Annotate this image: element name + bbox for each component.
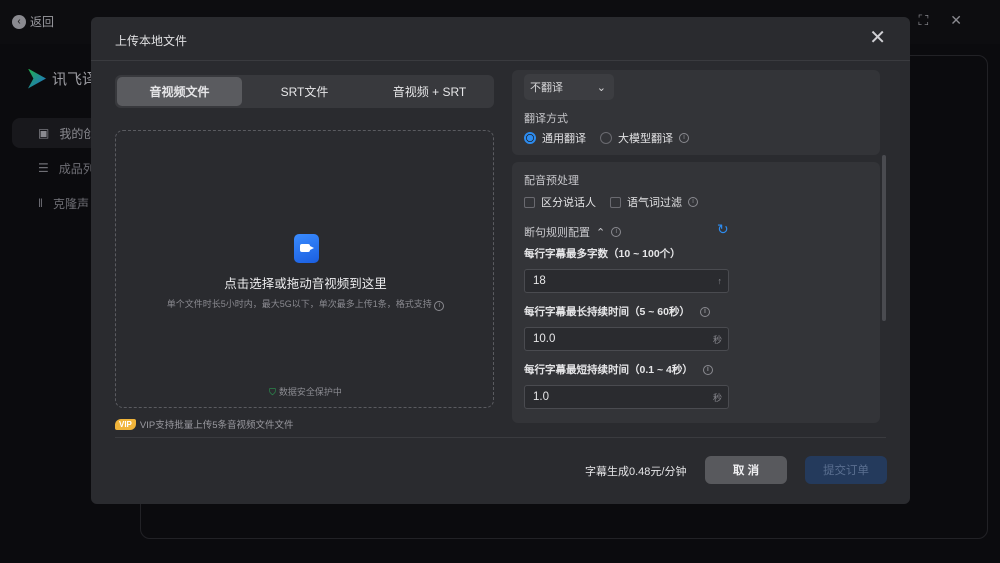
- file-dropzone[interactable]: 点击选择或拖动音视频到这里 单个文件时长5小时内，最大5G以下，单次最多上传1条…: [115, 130, 494, 408]
- info-icon[interactable]: i: [611, 227, 622, 237]
- tab-av-file[interactable]: 音视频文件: [117, 77, 242, 106]
- close-icon[interactable]: ✕: [869, 25, 886, 50]
- chevron-down-icon: ⌄: [596, 81, 606, 94]
- field-label: 每行字幕最多字数（10 ~ 100个）: [524, 248, 681, 260]
- vip-badge: VIP: [115, 418, 136, 430]
- app-logo: 讯飞译: [28, 68, 97, 89]
- fullscreen-icon[interactable]: ⛶: [918, 12, 928, 29]
- field-label: 每行字幕最长持续时间（5 ~ 60秒） i: [524, 304, 710, 319]
- price-text: 字幕生成0.48元/分钟: [585, 466, 687, 478]
- info-icon[interactable]: i: [702, 364, 713, 375]
- checkbox-speaker-diarization[interactable]: [524, 196, 535, 208]
- arrow-up-icon[interactable]: ↑: [718, 276, 723, 286]
- chevron-left-icon: ‹: [12, 14, 26, 29]
- min-duration-input[interactable]: 1.0 秒: [524, 385, 729, 409]
- list-icon: ☰: [38, 161, 49, 175]
- dropzone-title: 点击选择或拖动音视频到这里: [224, 277, 387, 291]
- info-icon[interactable]: i: [679, 133, 689, 143]
- waveform-icon: ‖: [38, 196, 43, 210]
- scrollbar[interactable]: [882, 155, 886, 321]
- translate-language-select[interactable]: 不翻译 ⌄: [524, 74, 614, 100]
- folder-icon: ▣: [38, 126, 50, 140]
- info-icon[interactable]: i: [434, 301, 445, 311]
- logo-icon: [28, 68, 46, 89]
- field-label: 每行字幕最短持续时间（0.1 ~ 4秒） i: [524, 362, 713, 377]
- chevron-up-icon: ⌃: [596, 226, 606, 239]
- rules-toggle[interactable]: 断句规则配置 ⌃ i: [524, 224, 622, 240]
- radio-general-translate[interactable]: [524, 132, 536, 144]
- translate-card: 不翻译 ⌄ 翻译方式 通用翻译 大模型翻译 i: [512, 70, 880, 155]
- dialog-title: 上传本地文件: [115, 34, 188, 48]
- tab-srt-file[interactable]: SRT文件: [242, 77, 367, 106]
- divider: [91, 60, 910, 61]
- tab-av-srt[interactable]: 音视频 + SRT: [367, 77, 492, 106]
- window-close-icon[interactable]: ✕: [950, 12, 962, 29]
- info-icon[interactable]: i: [688, 197, 698, 207]
- security-note: ⛉ 数据安全保护中: [269, 387, 342, 397]
- info-icon[interactable]: i: [700, 306, 710, 317]
- max-chars-input[interactable]: 18 ↑: [524, 269, 729, 293]
- vip-note: VIP VIP支持批量上传5条音视频文件文件: [115, 417, 294, 431]
- reset-icon[interactable]: ↻: [717, 221, 729, 238]
- max-duration-input[interactable]: 10.0 秒: [524, 327, 729, 351]
- window-controls: ⛶ ✕: [918, 12, 962, 29]
- upload-type-tabs: 音视频文件 SRT文件 音视频 + SRT: [115, 75, 494, 108]
- radio-llm-translate[interactable]: [600, 132, 612, 144]
- divider: [115, 437, 886, 438]
- checkbox-filler-filter[interactable]: [610, 196, 621, 208]
- dropzone-hint: 单个文件时长5小时内，最大5G以下，单次最多上传1条，格式支持 i: [116, 297, 495, 311]
- shield-icon: ⛉: [269, 387, 276, 397]
- preprocess-label: 配音预处理: [524, 175, 579, 187]
- upload-dialog: 上传本地文件 ✕ 音视频文件 SRT文件 音视频 + SRT 点击选择或拖动音视…: [91, 17, 910, 504]
- cancel-button[interactable]: 取 消: [705, 456, 787, 484]
- translate-method-label: 翻译方式: [524, 113, 568, 125]
- back-button[interactable]: ‹ 返回: [12, 13, 54, 30]
- video-file-icon: [294, 234, 319, 263]
- submit-order-button[interactable]: 提交订单: [805, 456, 887, 484]
- preprocess-card: 配音预处理 区分说话人 语气词过滤 i 断句规则配置 ⌃ i ↻ 每行字幕最多字数（…: [512, 162, 880, 423]
